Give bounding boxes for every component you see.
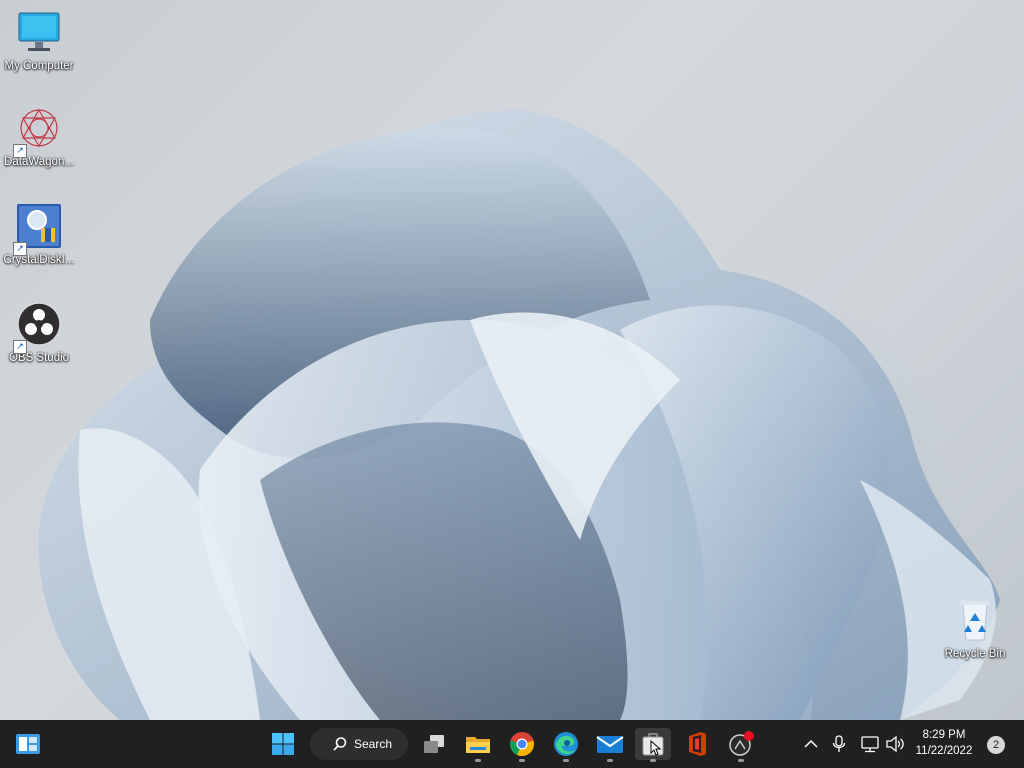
task-view-icon bbox=[424, 735, 444, 753]
network-button[interactable] bbox=[858, 732, 882, 756]
desktop-icon-crystaldiskinfo[interactable]: ↗ CrystalDiskI... bbox=[0, 204, 78, 267]
desktop: My Computer ↗ DataWagon... ↗ CrystalDisk… bbox=[0, 0, 1024, 720]
notification-badge[interactable]: 2 bbox=[987, 736, 1005, 754]
running-indicator bbox=[607, 759, 613, 762]
shortcut-arrow-icon: ↗ bbox=[13, 340, 27, 354]
office-icon bbox=[689, 732, 706, 756]
task-view-button[interactable] bbox=[416, 728, 452, 760]
taskbar-app-file-explorer[interactable] bbox=[460, 728, 496, 762]
start-button[interactable] bbox=[265, 728, 301, 760]
folder-icon bbox=[466, 737, 490, 753]
desktop-icon-label: My Computer bbox=[4, 60, 74, 72]
wallpaper-bloom bbox=[38, 110, 1000, 720]
search-button[interactable]: Search bbox=[310, 728, 408, 760]
chevron-up-icon bbox=[804, 739, 818, 748]
running-indicator bbox=[650, 759, 656, 762]
microphone-button[interactable] bbox=[827, 732, 851, 756]
desktop-icon-recycle-bin[interactable]: Recycle Bin bbox=[936, 598, 1014, 661]
taskbar-app-edge[interactable] bbox=[548, 728, 584, 762]
datawagon-icon: ↗ bbox=[13, 106, 63, 158]
running-indicator bbox=[475, 759, 481, 762]
crystaldisk-icon: ↗ bbox=[13, 204, 63, 256]
recycle-bin-icon bbox=[951, 598, 999, 646]
clock-time: 8:29 PM bbox=[922, 729, 966, 741]
search-label: Search bbox=[354, 737, 393, 751]
store-icon bbox=[642, 733, 664, 756]
obs-icon: ↗ bbox=[13, 302, 63, 354]
search-icon bbox=[333, 737, 347, 751]
windows-start-icon bbox=[272, 733, 294, 755]
taskbar-app-store[interactable] bbox=[635, 728, 671, 762]
widgets-button[interactable] bbox=[10, 728, 46, 760]
taskbar-app-office[interactable] bbox=[679, 728, 715, 760]
volume-button[interactable] bbox=[883, 732, 907, 756]
network-icon bbox=[861, 736, 879, 753]
running-indicator bbox=[738, 759, 744, 762]
running-indicator bbox=[519, 759, 525, 762]
taskbar-app-badge[interactable] bbox=[723, 728, 759, 762]
desktop-icon-my-computer[interactable]: My Computer bbox=[0, 10, 78, 73]
microphone-icon bbox=[832, 735, 846, 752]
mail-icon bbox=[596, 736, 624, 753]
taskbar-app-mail[interactable] bbox=[592, 728, 628, 762]
desktop-icon-datawagon[interactable]: ↗ DataWagon... bbox=[0, 106, 78, 169]
desktop-icon-obs-studio[interactable]: ↗ OBS Studio bbox=[0, 302, 78, 365]
monitor-icon bbox=[15, 10, 63, 58]
edge-icon bbox=[554, 732, 578, 756]
shortcut-arrow-icon: ↗ bbox=[13, 144, 27, 158]
taskbar-app-chrome[interactable] bbox=[504, 728, 540, 762]
running-indicator bbox=[563, 759, 569, 762]
widgets-icon bbox=[16, 734, 40, 754]
clock-button[interactable]: 8:29 PM 11/22/2022 bbox=[912, 727, 976, 759]
speaker-icon bbox=[886, 735, 904, 753]
desktop-icon-label: OBS Studio bbox=[8, 352, 70, 364]
clock-date: 11/22/2022 bbox=[915, 745, 973, 757]
desktop-icon-label: DataWagon... bbox=[4, 156, 74, 168]
show-hidden-icons-button[interactable] bbox=[799, 732, 823, 756]
taskbar: Search 8:29 PM 11/22/2022 bbox=[0, 720, 1024, 768]
desktop-icon-label: Recycle Bin bbox=[944, 648, 1006, 660]
shortcut-arrow-icon: ↗ bbox=[13, 242, 27, 256]
app-badge-icon bbox=[729, 731, 754, 756]
chrome-icon bbox=[510, 732, 534, 757]
desktop-icon-label: CrystalDiskI... bbox=[3, 254, 75, 266]
